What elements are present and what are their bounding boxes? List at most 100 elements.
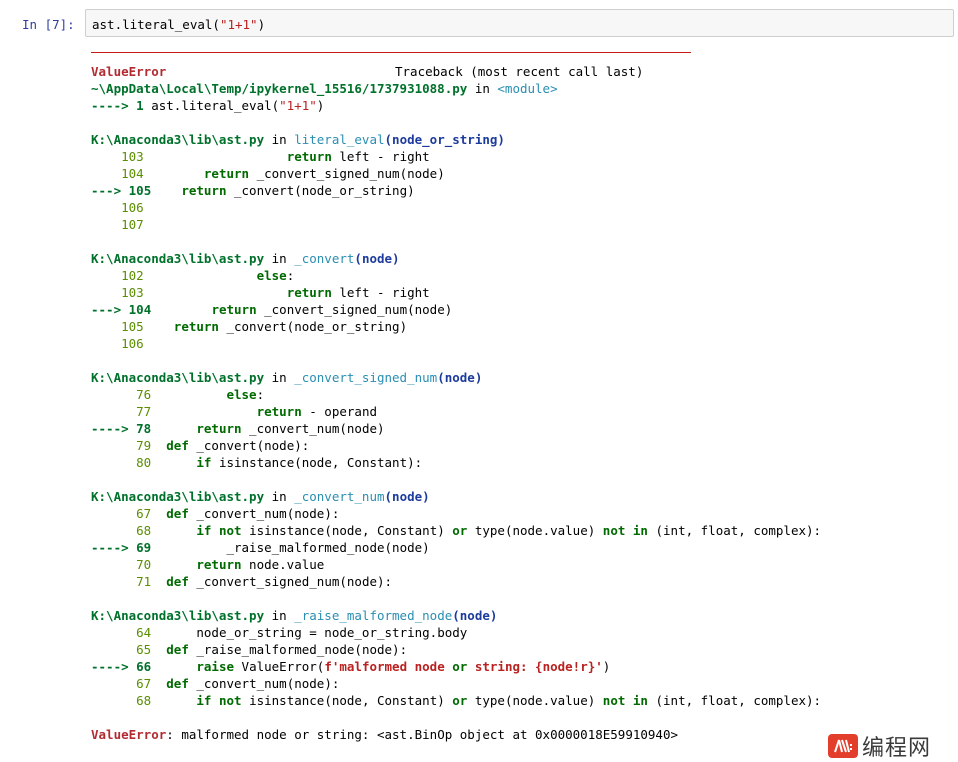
- frame-header: K:\Anaconda3\lib\ast.py in literal_eval(…: [91, 131, 951, 148]
- current-line-arrow: --->: [91, 302, 129, 317]
- code-line: 68 if not isinstance(node, Constant) or …: [91, 522, 951, 539]
- line-code: def _convert(node):: [166, 438, 310, 453]
- code-line: 76 else:: [91, 386, 951, 403]
- current-line-arrow: ---->: [91, 421, 137, 436]
- line-number: 66: [136, 659, 152, 674]
- line-number: 106: [121, 336, 144, 351]
- code-line: 104 return _convert_signed_num(node): [91, 165, 951, 182]
- frame-function-args: (node): [354, 251, 400, 266]
- code-line: 67 def _convert_num(node):: [91, 505, 951, 522]
- line-number: 76: [136, 387, 152, 402]
- frame-in-text: in: [264, 370, 295, 385]
- line-number: 69: [136, 540, 152, 555]
- final-error-name: ValueError: [91, 727, 167, 742]
- code-line: 102 else:: [91, 267, 951, 284]
- module-path: ~\AppData\Local\Temp/ipykernel_15516/173…: [91, 81, 468, 96]
- code-line: ---> 105 return _convert(node_or_string): [91, 182, 951, 199]
- line-number: 103: [121, 149, 144, 164]
- module-name: <module>: [497, 81, 558, 96]
- module-location: ~\AppData\Local\Temp/ipykernel_15516/173…: [91, 80, 951, 97]
- frame-function-name: _raise_malformed_node: [294, 608, 453, 623]
- final-error-message: : malformed node or string: <ast.BinOp o…: [166, 727, 679, 742]
- line-code: return _convert(node_or_string): [181, 183, 415, 198]
- code-line: ----> 69 _raise_malformed_node(node): [91, 539, 951, 556]
- frame-function-name: _convert_signed_num: [294, 370, 438, 385]
- module-code-string: "1+1": [279, 98, 317, 113]
- code-input-text[interactable]: ast.literal_eval("1+1"): [92, 17, 265, 32]
- frame-function-name: literal_eval: [294, 132, 385, 147]
- code-input-cell[interactable]: ast.literal_eval("1+1"): [85, 9, 954, 37]
- line-number: 71: [136, 574, 152, 589]
- code-line: ---> 104 return _convert_signed_num(node…: [91, 301, 951, 318]
- line-code: if not isinstance(node, Constant) or typ…: [196, 523, 822, 538]
- line-number: 77: [136, 404, 152, 419]
- line-number: 105: [121, 319, 144, 334]
- line-code: else:: [256, 268, 295, 283]
- frame-function-args: (node_or_string): [384, 132, 505, 147]
- line-code: if not isinstance(node, Constant) or typ…: [196, 693, 822, 708]
- current-line-arrow: ----> 1: [91, 98, 152, 113]
- line-number: 65: [136, 642, 152, 657]
- code-line: 106: [91, 199, 951, 216]
- frame-function-args: (node): [384, 489, 430, 504]
- line-number: 68: [136, 523, 152, 538]
- line-number: 68: [136, 693, 152, 708]
- code-line: 103 return left - right: [91, 284, 951, 301]
- line-code: def _convert_signed_num(node):: [166, 574, 393, 589]
- frame-function-args: (node): [452, 608, 498, 623]
- line-number: 104: [128, 302, 152, 317]
- line-number: 107: [121, 217, 144, 232]
- frame-file-path: K:\Anaconda3\lib\ast.py: [91, 489, 265, 504]
- code-input-prefix: ast.literal_eval(: [92, 17, 220, 32]
- current-line-arrow: ---->: [91, 659, 137, 674]
- frame-in-text: in: [264, 608, 295, 623]
- module-code-line: ----> 1 ast.literal_eval("1+1"): [91, 97, 951, 114]
- code-line: ----> 78 return _convert_num(node): [91, 420, 951, 437]
- traceback-output: ValueError Traceback (most recent call la…: [91, 63, 951, 743]
- frame-file-path: K:\Anaconda3\lib\ast.py: [91, 251, 265, 266]
- line-number: 104: [121, 166, 144, 181]
- line-code: return _convert_signed_num(node): [211, 302, 453, 317]
- code-line: 67 def _convert_num(node):: [91, 675, 951, 692]
- code-line: 77 return - operand: [91, 403, 951, 420]
- frame-function-name: _convert_num: [294, 489, 385, 504]
- frame-in-text: in: [264, 251, 295, 266]
- line-number: 79: [136, 438, 152, 453]
- traceback-frames: K:\Anaconda3\lib\ast.py in literal_eval(…: [91, 131, 951, 726]
- line-code: return left - right: [286, 149, 430, 164]
- line-number: 102: [121, 268, 144, 283]
- watermark-text: 编程网: [862, 736, 932, 761]
- module-in-text: in: [467, 81, 498, 96]
- frame-in-text: in: [264, 489, 295, 504]
- code-line: 70 return node.value: [91, 556, 951, 573]
- line-number: 80: [136, 455, 152, 470]
- traceback-error-name: ValueError: [91, 64, 167, 79]
- traceback-separator: [91, 52, 691, 53]
- line-code: def _convert_num(node):: [166, 676, 340, 691]
- traceback-header: ValueError Traceback (most recent call la…: [91, 63, 951, 80]
- line-number: 67: [136, 676, 152, 691]
- code-line: 106: [91, 335, 951, 352]
- frame-header: K:\Anaconda3\lib\ast.py in _convert_num(…: [91, 488, 951, 505]
- frame-header: K:\Anaconda3\lib\ast.py in _raise_malfor…: [91, 607, 951, 624]
- line-number: 103: [121, 285, 144, 300]
- module-code-suffix: ): [316, 98, 325, 113]
- line-number: 105: [128, 183, 152, 198]
